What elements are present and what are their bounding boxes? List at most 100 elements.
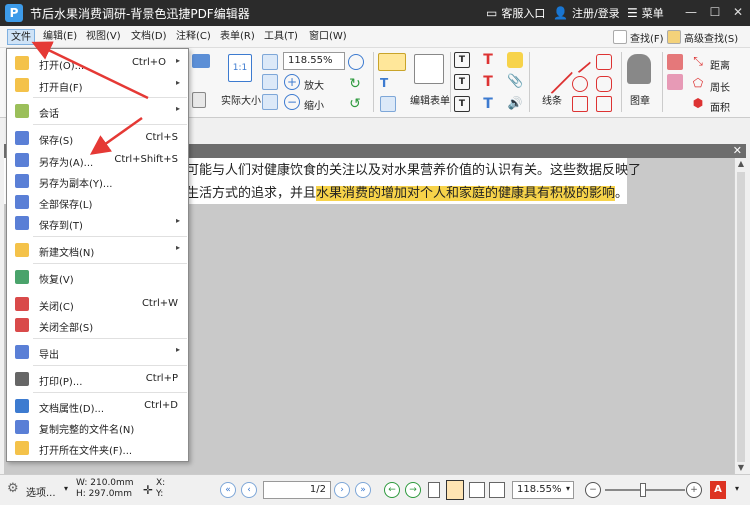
cloud-tool-icon[interactable] xyxy=(596,76,612,92)
menu-form[interactable]: 表单(R) xyxy=(217,29,258,45)
menu-view[interactable]: 视图(V) xyxy=(83,29,124,45)
fit-visible-icon[interactable] xyxy=(262,94,278,110)
close-button[interactable]: ✕ xyxy=(730,4,746,20)
area-icon[interactable]: ⬢ xyxy=(690,96,706,112)
rectangle-tool-icon[interactable] xyxy=(572,96,588,112)
menu-tools[interactable]: 工具(T) xyxy=(261,29,301,45)
callout-icon[interactable]: T xyxy=(454,74,470,90)
pencil-icon[interactable] xyxy=(667,54,683,70)
ellipse-tool-icon[interactable] xyxy=(572,76,588,92)
menu-session[interactable]: 会话 ▸ xyxy=(7,101,188,121)
more-dropdown-icon[interactable]: ▾ xyxy=(735,484,739,493)
strikeout-icon[interactable]: T xyxy=(480,74,496,90)
login-button[interactable]: 👤 注册/登录 xyxy=(553,0,620,26)
zoom-slider-thumb[interactable] xyxy=(640,483,646,497)
perimeter-icon[interactable]: ⬠ xyxy=(690,76,706,92)
menu-save-to[interactable]: 保存到(T) ▸ xyxy=(7,213,188,233)
minimize-button[interactable]: — xyxy=(683,4,699,20)
menu-open-folder[interactable]: 打开所在文件夹(F)... xyxy=(7,438,188,458)
arrow-tool-icon[interactable] xyxy=(568,50,592,74)
continuous-page-icon[interactable] xyxy=(446,480,464,500)
menu-open[interactable]: 打开(O)... Ctrl+O ▸ xyxy=(7,53,188,73)
zoom-in-icon[interactable]: + xyxy=(284,74,300,90)
textbox-icon[interactable]: T xyxy=(454,52,470,68)
main-menu-button[interactable]: ☰ 菜单 xyxy=(627,0,664,26)
zoom-in-status-icon[interactable]: + xyxy=(686,482,702,498)
actual-size-icon[interactable]: 1:1 xyxy=(228,54,252,82)
fit-page-icon[interactable] xyxy=(262,54,278,70)
continuous-facing-icon[interactable] xyxy=(489,482,505,498)
edit-text-icon[interactable]: T xyxy=(380,76,396,92)
last-page-icon[interactable]: » xyxy=(355,482,371,498)
menu-save-as[interactable]: 另存为(A)... Ctrl+Shift+S xyxy=(7,150,188,170)
text-color-icon[interactable]: T xyxy=(480,52,496,68)
facing-page-icon[interactable] xyxy=(469,482,485,498)
typewriter-icon[interactable]: T xyxy=(454,96,470,112)
edit-form-icon[interactable] xyxy=(414,54,444,84)
status-zoom-combobox[interactable]: 118.55% xyxy=(512,481,574,499)
menu-save[interactable]: 保存(S) Ctrl+S xyxy=(7,128,188,148)
menu-window[interactable]: 窗口(W) xyxy=(306,29,350,45)
maximize-button[interactable]: ☐ xyxy=(707,4,723,20)
advanced-search-button[interactable]: 高级查找(S) xyxy=(667,28,738,46)
menu-restore[interactable]: 恢复(V) xyxy=(7,267,188,287)
scroll-up-icon[interactable]: ▲ xyxy=(735,158,747,170)
page-icon[interactable] xyxy=(192,92,206,108)
menu-edit[interactable]: 编辑(E) xyxy=(40,29,80,45)
polygon-tool-icon[interactable] xyxy=(596,54,612,70)
menu-doc-properties[interactable]: 文档属性(D)... Ctrl+D xyxy=(7,396,188,416)
sound-icon[interactable]: 🔊 xyxy=(507,96,523,112)
edit-object-icon[interactable] xyxy=(380,96,396,112)
attach-icon[interactable]: 📎 xyxy=(507,74,523,90)
gear-icon[interactable]: ⚙ xyxy=(7,481,19,496)
menu-comment[interactable]: 注释(C) xyxy=(173,29,214,45)
edit-form-label[interactable]: 编辑表单 xyxy=(410,92,450,107)
fit-width-icon[interactable] xyxy=(262,74,278,90)
zoom-out-label[interactable]: 缩小 xyxy=(304,97,324,112)
first-page-icon[interactable]: « xyxy=(220,482,236,498)
area-label[interactable]: 面积 xyxy=(710,99,730,114)
rotate-left-icon[interactable]: ↺ xyxy=(347,96,363,112)
menu-print[interactable]: 打印(P)... Ctrl+P xyxy=(7,369,188,389)
zoom-out-icon[interactable]: − xyxy=(284,94,300,110)
menu-save-copy[interactable]: 另存为副本(Y)... xyxy=(7,171,188,191)
back-icon[interactable]: ← xyxy=(384,482,400,498)
perimeter-label[interactable]: 周长 xyxy=(710,79,730,94)
scroll-thumb[interactable] xyxy=(737,172,745,462)
menu-close[interactable]: 关闭(C) Ctrl+W xyxy=(7,294,188,314)
close-document-icon[interactable]: ✕ xyxy=(733,144,742,158)
next-page-icon[interactable]: › xyxy=(334,482,350,498)
zoom-dropdown-icon[interactable]: ▾ xyxy=(566,484,570,493)
menu-close-all[interactable]: 关闭全部(S) xyxy=(7,315,188,335)
stamp-icon[interactable] xyxy=(627,54,651,84)
actual-size-label[interactable]: 实际大小 xyxy=(221,92,261,107)
menu-document[interactable]: 文档(D) xyxy=(128,29,170,45)
prev-page-icon[interactable]: ‹ xyxy=(241,482,257,498)
zoom-in-label[interactable]: 放大 xyxy=(304,77,324,92)
menu-copy-filename[interactable]: 复制完整的文件名(N) xyxy=(7,417,188,437)
line-label[interactable]: 线条 xyxy=(542,92,562,107)
scroll-down-icon[interactable]: ▼ xyxy=(735,462,747,474)
service-entry[interactable]: ▭ 客服入口 xyxy=(486,0,545,26)
magnifier-icon[interactable] xyxy=(348,54,364,70)
line-tool-icon[interactable] xyxy=(530,51,574,95)
single-page-icon[interactable] xyxy=(428,482,440,498)
rotate-right-icon[interactable]: ↻ xyxy=(347,76,363,92)
menu-save-all[interactable]: 全部保存(L) xyxy=(7,192,188,212)
select-tool-icon[interactable] xyxy=(378,53,406,71)
hexagon-tool-icon[interactable] xyxy=(596,96,612,112)
search-button[interactable]: 查找(F) xyxy=(613,28,664,46)
menu-open-from[interactable]: 打开自(F) ▸ xyxy=(7,75,188,95)
zoom-combobox[interactable]: 118.55% xyxy=(283,52,345,70)
menu-file[interactable]: 文件 xyxy=(7,29,35,45)
underline-icon[interactable]: T xyxy=(480,96,496,112)
distance-icon[interactable]: ⤡ xyxy=(690,54,706,70)
note-icon[interactable] xyxy=(507,52,523,68)
options-button[interactable]: 选项... xyxy=(26,484,56,499)
vertical-scrollbar[interactable]: ▲ ▼ xyxy=(734,158,746,474)
camera-icon[interactable] xyxy=(192,54,210,68)
zoom-out-status-icon[interactable]: − xyxy=(585,482,601,498)
pdf-icon[interactable]: A xyxy=(710,481,726,499)
eraser-icon[interactable] xyxy=(667,74,683,90)
distance-label[interactable]: 距离 xyxy=(710,57,730,72)
